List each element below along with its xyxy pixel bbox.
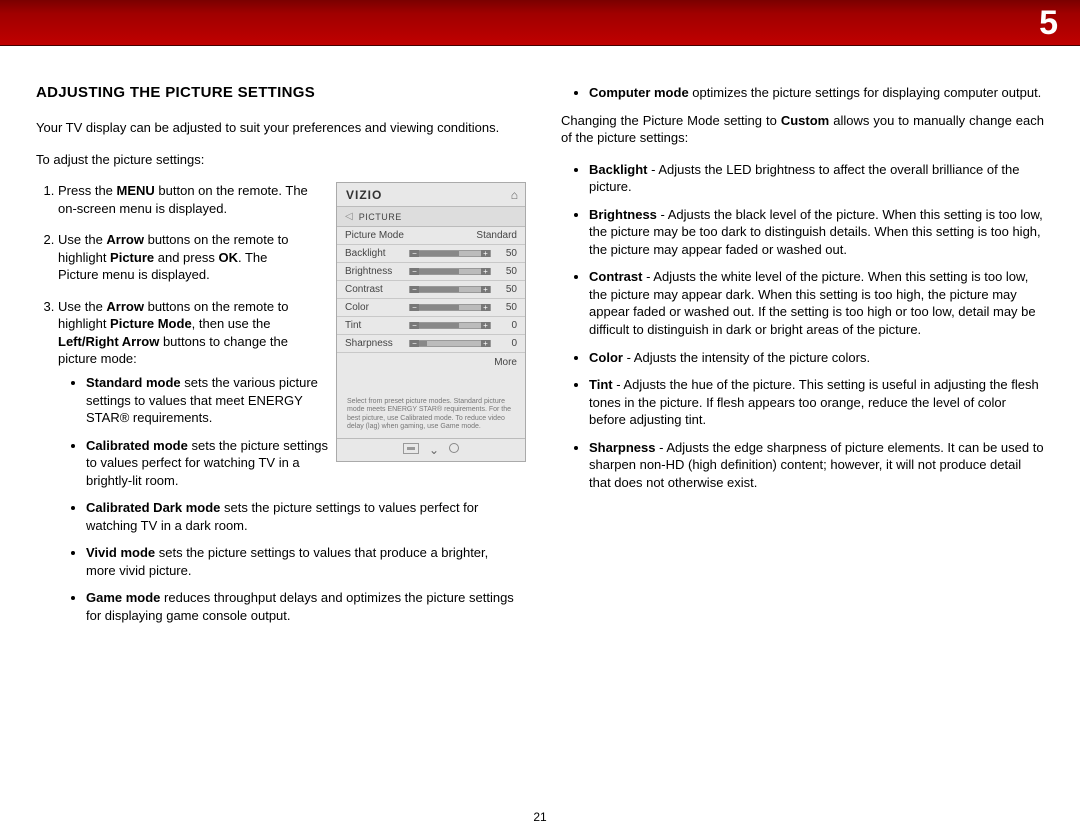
minus-icon[interactable]: − [410,268,419,275]
slider[interactable]: −+ [409,322,491,329]
osd-footer: ⌄ [337,438,525,461]
wide-icon[interactable] [403,443,419,454]
slider[interactable]: −+ [409,340,491,347]
mode-calibrated-dark: Calibrated Dark mode sets the picture se… [86,499,515,534]
custom-settings-list: Backlight - Adjusts the LED brightness t… [561,161,1044,492]
minus-icon[interactable]: − [410,340,419,347]
osd-title: PICTURE [359,212,402,222]
osd-row-tint[interactable]: Tint−+0 [337,317,525,335]
lead-in: To adjust the picture settings: [36,151,519,169]
osd-row-sharpness[interactable]: Sharpness−+0 [337,335,525,353]
slider[interactable]: −+ [409,286,491,293]
plus-icon[interactable]: + [481,286,490,293]
setting-contrast: Contrast - Adjusts the white level of th… [589,268,1044,338]
minus-icon[interactable]: − [410,304,419,311]
osd-row-color[interactable]: Color−+50 [337,299,525,317]
osd-row-picture-mode[interactable]: Picture Mode Standard [337,227,525,245]
setting-color: Color - Adjusts the intensity of the pic… [589,349,1044,367]
section-heading: ADJUSTING THE PICTURE SETTINGS [36,84,519,101]
mode-computer: Computer mode optimizes the picture sett… [589,84,1044,102]
plus-icon[interactable]: + [481,250,490,257]
chapter-header-bar: 5 [0,0,1080,46]
slider[interactable]: −+ [409,304,491,311]
custom-lead: Changing the Picture Mode setting to Cus… [561,112,1044,147]
intro-paragraph: Your TV display can be adjusted to suit … [36,119,519,137]
page-content: ADJUSTING THE PICTURE SETTINGS Your TV d… [0,46,1080,639]
minus-icon[interactable]: − [410,250,419,257]
setting-sharpness: Sharpness - Adjusts the edge sharpness o… [589,439,1044,492]
setting-tint: Tint - Adjusts the hue of the picture. T… [589,376,1044,429]
plus-icon[interactable]: + [481,340,490,347]
osd-row-backlight[interactable]: Backlight−+50 [337,245,525,263]
setting-brightness: Brightness - Adjusts the black level of … [589,206,1044,259]
minus-icon[interactable]: − [410,286,419,293]
osd-logo: VIZIO [346,188,382,202]
plus-icon[interactable]: + [481,268,490,275]
setting-backlight: Backlight - Adjusts the LED brightness t… [589,161,1044,196]
page-number: 21 [0,810,1080,824]
mode-vivid: Vivid mode sets the picture settings to … [86,544,515,579]
back-icon[interactable]: ◁ [345,211,353,222]
right-column: Computer mode optimizes the picture sett… [561,84,1044,639]
osd-help-text: Select from preset picture modes. Standa… [337,372,525,438]
mode-continued-list: Computer mode optimizes the picture sett… [561,84,1044,102]
slider[interactable]: −+ [409,250,491,257]
home-icon[interactable]: ⌂ [511,188,518,202]
osd-row-brightness[interactable]: Brightness−+50 [337,263,525,281]
plus-icon[interactable]: + [481,304,490,311]
mode-game: Game mode reduces throughput delays and … [86,589,515,624]
osd-picture-menu: VIZIO ⌂ ◁ PICTURE Picture Mode Standard … [336,182,526,462]
plus-icon[interactable]: + [481,322,490,329]
steps-with-osd: Press the MENU button on the remote. The… [36,182,519,624]
chapter-number: 5 [1039,4,1058,43]
left-column: ADJUSTING THE PICTURE SETTINGS Your TV d… [36,84,519,639]
osd-row-contrast[interactable]: Contrast−+50 [337,281,525,299]
slider[interactable]: −+ [409,268,491,275]
minus-icon[interactable]: − [410,322,419,329]
chevron-down-icon[interactable]: ⌄ [429,443,439,457]
osd-more[interactable]: More [337,353,525,372]
gear-icon[interactable] [449,443,459,453]
